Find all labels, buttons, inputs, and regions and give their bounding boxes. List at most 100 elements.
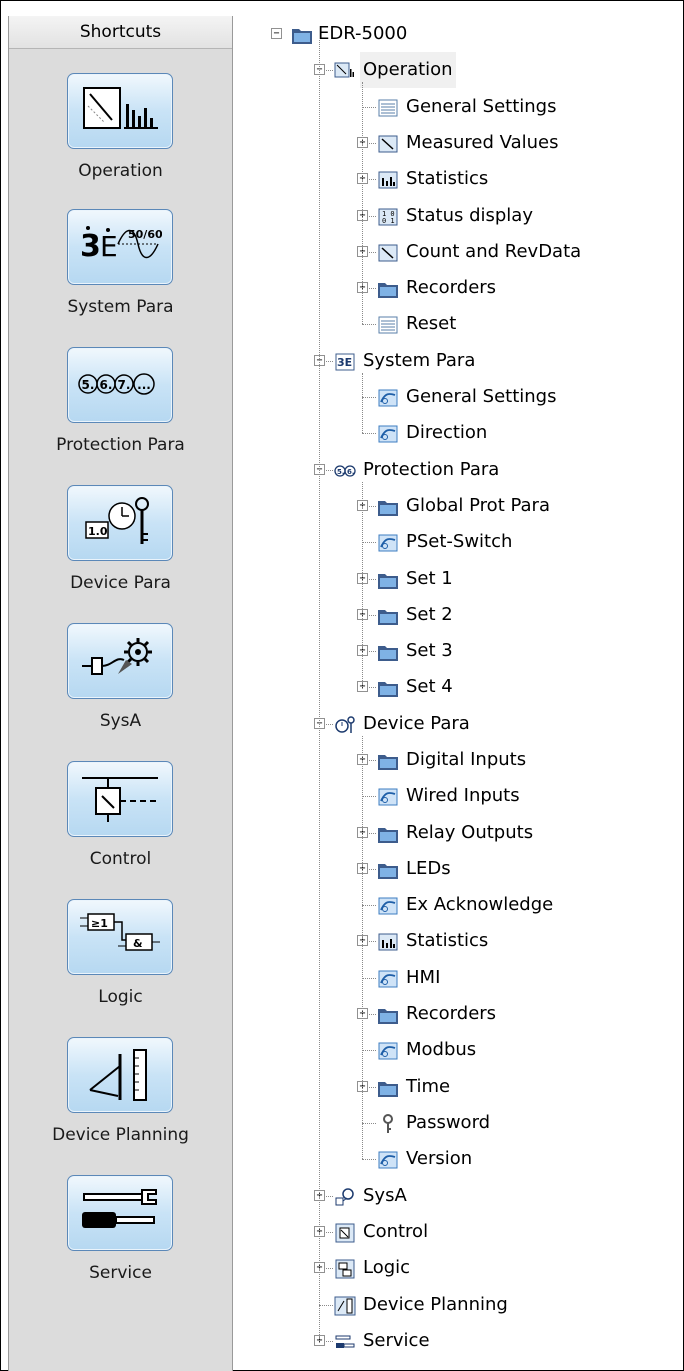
- device-planning-ruler-icon[interactable]: [67, 1037, 173, 1113]
- svg-text:E: E: [100, 230, 118, 263]
- shortcut-label: System Para: [67, 297, 174, 317]
- tree-node[interactable]: + Time: [231, 1069, 671, 1105]
- tree-node[interactable]: Direction: [231, 415, 671, 451]
- tree-node[interactable]: + Count and RevData: [231, 234, 671, 270]
- folder-icon: [377, 640, 399, 662]
- shortcut-device-para[interactable]: 1.0 Device Para: [9, 485, 232, 619]
- service-tools-icon[interactable]: [67, 1175, 173, 1251]
- sysa-gear-plug-icon[interactable]: [67, 623, 173, 699]
- tree-node[interactable]: Password: [231, 1105, 671, 1141]
- shortcut-protection-para[interactable]: 5. 6. 7.... Protection Para: [9, 347, 232, 481]
- device-para-clock-key-icon[interactable]: 1.0: [67, 485, 173, 561]
- folder-icon: [377, 568, 399, 590]
- shortcuts-header: Shortcuts: [9, 16, 232, 49]
- tree-node[interactable]: + Recorders: [231, 270, 671, 306]
- control-switch-icon[interactable]: [67, 761, 173, 837]
- tree-node[interactable]: +1 00 1 Status display: [231, 198, 671, 234]
- tree-node[interactable]: General Settings: [231, 379, 671, 415]
- svg-text:...: ...: [137, 378, 151, 392]
- folder-icon: [377, 676, 399, 698]
- tree-node[interactable]: Ex Acknowledge: [231, 887, 671, 923]
- key-icon: [377, 1112, 399, 1134]
- tree-node[interactable]: + SysA: [231, 1178, 671, 1214]
- tree-node-label: Password: [406, 1112, 491, 1133]
- tree-node[interactable]: Wired Inputs: [231, 778, 671, 814]
- tree-node-label: Recorders: [406, 1003, 497, 1024]
- system-para-wave-icon[interactable]: 3 E 50/60: [67, 209, 173, 285]
- folder-icon: [377, 1003, 399, 1025]
- tree-node[interactable]: PSet-Switch: [231, 524, 671, 560]
- tree-connector: [362, 324, 376, 325]
- tree-node[interactable]: HMI: [231, 960, 671, 996]
- tree-node[interactable]: + Statistics: [231, 161, 671, 197]
- folder-icon: [377, 749, 399, 771]
- shortcuts-panel: Shortcuts Operation 3 E 50/60 System Par…: [8, 16, 233, 1371]
- tree-node-label: Service: [363, 1330, 430, 1351]
- tree-connector: [362, 542, 376, 543]
- meter-icon: [377, 241, 399, 263]
- tree-node[interactable]: + Set 2: [231, 597, 671, 633]
- shortcut-system-para[interactable]: 3 E 50/60 System Para: [9, 209, 232, 343]
- operation-icon: [334, 59, 356, 81]
- tree-node[interactable]: + Statistics: [231, 923, 671, 959]
- tree-node[interactable]: Reset: [231, 306, 671, 342]
- tree-node[interactable]: + Set 3: [231, 633, 671, 669]
- shortcut-service[interactable]: Service: [9, 1175, 232, 1309]
- tree-node-label: Recorders: [406, 277, 497, 298]
- svg-text:&: &: [133, 937, 143, 950]
- tree-node[interactable]: General Settings: [231, 89, 671, 125]
- tree-node[interactable]: + Service: [231, 1323, 671, 1359]
- tree-node-label: Wired Inputs: [406, 785, 520, 806]
- tree-node-label: Reset: [406, 313, 457, 334]
- shortcut-device-planning[interactable]: Device Planning: [9, 1037, 232, 1171]
- tree-node[interactable]: + LEDs: [231, 851, 671, 887]
- folder-icon: [377, 604, 399, 626]
- tree-node[interactable]: Modbus: [231, 1032, 671, 1068]
- navigation-tree: − EDR-5000 − Operation General Settings + Me…: [231, 16, 681, 1369]
- folder-icon: [377, 495, 399, 517]
- settings-curve-icon: [377, 531, 399, 553]
- tree-node[interactable]: + Global Prot Para: [231, 488, 671, 524]
- shortcut-label: Operation: [78, 161, 163, 181]
- protection-para-numbers-icon[interactable]: 5. 6. 7....: [67, 347, 173, 423]
- collapse-icon[interactable]: −: [271, 28, 282, 39]
- tree-node-label: Modbus: [406, 1039, 477, 1060]
- tree-node[interactable]: Device Planning: [231, 1287, 671, 1323]
- tree-node[interactable]: −5. 6. Protection Para: [231, 452, 671, 488]
- tree-node-label: Statistics: [406, 930, 489, 951]
- protection-icon: 5. 6.: [334, 459, 356, 481]
- shortcut-sysa[interactable]: SysA: [9, 623, 232, 757]
- tree-connector: [362, 905, 376, 906]
- tree-node-label: General Settings: [406, 386, 557, 407]
- tree-node[interactable]: + Control: [231, 1214, 671, 1250]
- device-para-icon: [334, 713, 356, 735]
- tree-node[interactable]: + Set 4: [231, 669, 671, 705]
- tree-node-label: Logic: [363, 1257, 411, 1278]
- tree-node[interactable]: −3E System Para: [231, 343, 671, 379]
- shortcut-logic[interactable]: ≥1 & Logic: [9, 899, 232, 1033]
- operation-meter-icon[interactable]: [67, 73, 173, 149]
- tree-node[interactable]: + Digital Inputs: [231, 742, 671, 778]
- tree-node[interactable]: + Recorders: [231, 996, 671, 1032]
- folder-icon: [377, 822, 399, 844]
- shortcut-label: Service: [89, 1263, 152, 1283]
- tree-node[interactable]: − Device Para: [231, 706, 671, 742]
- meter-icon: [377, 132, 399, 154]
- shortcut-control[interactable]: Control: [9, 761, 232, 895]
- tree-node-label: Digital Inputs: [406, 749, 527, 770]
- tree-node[interactable]: Version: [231, 1141, 671, 1177]
- tree-node[interactable]: + Relay Outputs: [231, 815, 671, 851]
- logic-gates-icon[interactable]: ≥1 &: [67, 899, 173, 975]
- tree-node[interactable]: + Logic: [231, 1250, 671, 1286]
- settings-curve-icon: [377, 386, 399, 408]
- shortcut-operation[interactable]: Operation: [9, 73, 232, 207]
- tree-node[interactable]: − Operation: [231, 52, 671, 88]
- tree-connector: [362, 1123, 376, 1124]
- tree-node-label: Set 1: [406, 568, 453, 589]
- tree-node[interactable]: + Measured Values: [231, 125, 671, 161]
- list-icon: [377, 313, 399, 335]
- tree-node-label: Direction: [406, 422, 488, 443]
- tree-node-label: Operation: [360, 52, 456, 88]
- tree-node[interactable]: + Set 1: [231, 561, 671, 597]
- settings-curve-icon: [377, 785, 399, 807]
